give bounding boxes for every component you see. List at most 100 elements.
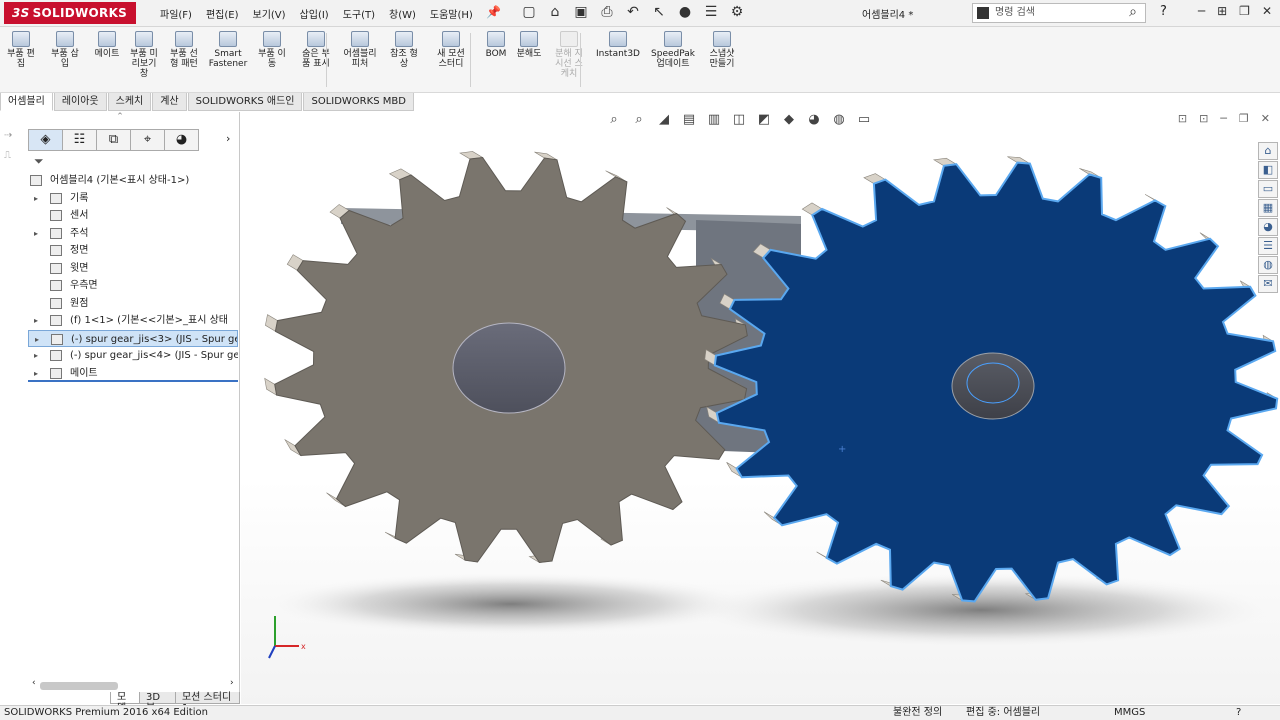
configuration-manager-tab-icon[interactable]: ⧉ bbox=[96, 129, 131, 151]
pin-icon[interactable]: 📌 bbox=[486, 5, 501, 19]
restore-icon[interactable]: ❐ bbox=[1239, 4, 1250, 18]
minimize-icon[interactable]: ─ bbox=[1198, 4, 1205, 18]
scroll-right-icon[interactable]: › bbox=[230, 678, 234, 688]
tree-item[interactable]: 우측면 bbox=[28, 277, 238, 295]
expand-arrow-icon[interactable]: ▸ bbox=[34, 365, 38, 382]
file-properties-icon[interactable]: ☰ bbox=[702, 4, 720, 20]
property-manager-tab-icon[interactable]: ☷ bbox=[62, 129, 97, 151]
undo-icon[interactable]: ↶ bbox=[624, 4, 642, 20]
scroll-thumb[interactable] bbox=[40, 682, 118, 690]
solidworks-logo[interactable]: 3S SOLIDWORKS bbox=[4, 2, 136, 24]
instant3d-button[interactable]: Instant3D bbox=[592, 31, 644, 59]
expand-arrow-icon[interactable]: ▸ bbox=[34, 312, 38, 329]
filter-icon[interactable]: ⏷ bbox=[34, 154, 44, 169]
forum-icon[interactable]: ✉ bbox=[1258, 275, 1278, 293]
side-arrow-icon[interactable]: ⇢ bbox=[4, 130, 12, 141]
expand-arrow-icon[interactable]: ▸ bbox=[34, 190, 38, 207]
tab-sketch[interactable]: 스케치 bbox=[107, 93, 152, 111]
home-icon[interactable]: ⌂ bbox=[1258, 142, 1278, 160]
new-document-icon[interactable]: ▢ bbox=[520, 4, 538, 20]
select-icon[interactable]: ↖ bbox=[650, 4, 668, 20]
insert-component-button[interactable]: 부품 삽 입 bbox=[46, 31, 84, 69]
tab-assembly[interactable]: 어셈블리 bbox=[0, 93, 53, 111]
feature-tree: 어셈블리4 (기본<표시 상태-1>) ▸ 기록 센서 ▸ 주석 정면 윗면 우측면 원점 ▸ (f… bbox=[28, 172, 238, 382]
dimxpert-tab-icon[interactable]: ⌖ bbox=[130, 129, 165, 151]
menu-window[interactable]: 창(W) bbox=[389, 6, 416, 21]
tree-item[interactable]: ▸ (f) 1<1> (기본<<기본>_표시 상태 bbox=[28, 312, 238, 330]
panel-collapse-handle[interactable]: ⌃ bbox=[0, 112, 240, 126]
side-flow-icon[interactable]: ⎍ bbox=[4, 150, 11, 161]
traffic-light-icon[interactable]: ● bbox=[676, 4, 694, 20]
menu-file[interactable]: 파일(F) bbox=[160, 6, 192, 21]
tree-item[interactable]: ▸ 기록 bbox=[28, 190, 238, 208]
menu-tools[interactable]: 도구(T) bbox=[343, 6, 375, 21]
tree-item[interactable]: 센서 bbox=[28, 207, 238, 225]
reference-geometry-button[interactable]: 참조 형 상 bbox=[385, 31, 423, 69]
tree-item[interactable]: 윗면 bbox=[28, 260, 238, 278]
scroll-left-icon[interactable]: ‹ bbox=[32, 678, 36, 688]
move-component-button[interactable]: 부품 이 동 bbox=[253, 31, 291, 69]
solidworks-resources-icon[interactable]: ◍ bbox=[1258, 256, 1278, 274]
editing-status[interactable]: 편집 중: 어셈블리 bbox=[966, 706, 1040, 720]
print-icon[interactable]: ⎙ bbox=[598, 4, 616, 20]
tab-evaluate[interactable]: 계산 bbox=[152, 93, 187, 111]
tree-item[interactable]: ▸ (-) spur gear_jis<3> (JIS - Spur gea bbox=[28, 329, 238, 347]
history-icon bbox=[50, 192, 62, 204]
reference-geometry-icon bbox=[395, 31, 413, 47]
tree-item[interactable]: 정면 bbox=[28, 242, 238, 260]
menu-help[interactable]: 도움말(H) bbox=[430, 6, 473, 21]
component-preview-button[interactable]: 부품 미 리보기 창 bbox=[125, 31, 163, 79]
feature-manager-tab-icon[interactable]: ◈ bbox=[28, 129, 63, 151]
help-status-icon[interactable]: ? bbox=[1236, 706, 1241, 720]
assembly-features-button[interactable]: 어셈블리 피처 bbox=[341, 31, 379, 69]
save-icon[interactable]: ▣ bbox=[572, 4, 590, 20]
command-search-input[interactable]: 명령 검색 ⌕ bbox=[972, 3, 1146, 23]
close-icon[interactable]: ✕ bbox=[1262, 4, 1272, 18]
display-manager-tab-icon[interactable]: ◕ bbox=[164, 129, 199, 151]
tab-motion-study[interactable]: 모션 스터디 1 bbox=[174, 692, 240, 714]
tab-layout[interactable]: 레이아웃 bbox=[53, 93, 107, 111]
tree-item[interactable]: ▸ 주석 bbox=[28, 225, 238, 243]
tree-item[interactable]: ▸ (-) spur gear_jis<4> (JIS - Spur gea bbox=[28, 347, 238, 365]
panel-scrollbar[interactable]: ‹ › bbox=[0, 678, 240, 692]
tree-root[interactable]: 어셈블리4 (기본<표시 상태-1>) bbox=[28, 172, 238, 190]
mate-button[interactable]: 메이트 bbox=[88, 31, 126, 59]
design-library-icon[interactable]: ◧ bbox=[1258, 161, 1278, 179]
ribbon-button-label: Instant3D bbox=[596, 49, 640, 59]
plane-icon bbox=[50, 280, 62, 291]
custom-properties-icon[interactable]: ☰ bbox=[1258, 237, 1278, 255]
tab-model[interactable]: 모델 bbox=[110, 692, 140, 714]
show-hidden-button[interactable]: 숨은 부 품 표시 bbox=[297, 31, 335, 69]
smart-fastener-button[interactable]: Smart Fastener bbox=[206, 31, 250, 69]
expand-arrow-icon[interactable]: ▸ bbox=[34, 347, 38, 364]
menu-insert[interactable]: 삽입(I) bbox=[300, 6, 329, 21]
open-icon[interactable]: ⌂ bbox=[546, 4, 564, 20]
search-icon[interactable]: ⌕ bbox=[1129, 3, 1137, 21]
snapshot-button[interactable]: 스냅샷 만들기 bbox=[703, 31, 741, 69]
new-motion-study-button[interactable]: 새 모션 스터디 bbox=[432, 31, 470, 69]
ribbon-button-label: 분해도 bbox=[516, 49, 542, 59]
expand-arrow-icon[interactable]: ▸ bbox=[34, 225, 38, 242]
linear-pattern-button[interactable]: 부품 선 형 패턴 bbox=[165, 31, 203, 69]
file-explorer-icon[interactable]: ▭ bbox=[1258, 180, 1278, 198]
menu-edit[interactable]: 편집(E) bbox=[206, 6, 239, 21]
edit-component-button[interactable]: 부품 편 집 bbox=[2, 31, 40, 69]
units-status[interactable]: MMGS bbox=[1114, 706, 1145, 720]
view-palette-icon[interactable]: ▦ bbox=[1258, 199, 1278, 217]
tab-addins[interactable]: SOLIDWORKS 애드인 bbox=[187, 93, 303, 111]
appearances-icon[interactable]: ◕ bbox=[1258, 218, 1278, 236]
chevron-right-icon[interactable]: › bbox=[226, 132, 230, 145]
graphics-area[interactable]: ⌕ ⌕ ◢ ▤ ▥ ◫ ◩ ◆ ◕ ◍ ▭ ⊡ ⊡ ─ ❐ ✕ + x ⌂ ◧ … bbox=[241, 112, 1280, 704]
tab-3d-view[interactable]: 3D 뷰 bbox=[138, 692, 176, 714]
options-gear-icon[interactable]: ⚙ bbox=[728, 4, 746, 20]
help-button[interactable]: ? bbox=[1160, 4, 1167, 19]
menu-view[interactable]: 보기(V) bbox=[253, 6, 286, 21]
expand-arrow-icon[interactable]: ▸ bbox=[35, 331, 39, 347]
tile-icon[interactable]: ⊞ bbox=[1217, 4, 1227, 18]
rollback-bar[interactable] bbox=[28, 380, 238, 382]
tab-mbd[interactable]: SOLIDWORKS MBD bbox=[303, 93, 414, 111]
gear-scene[interactable]: + x bbox=[241, 112, 1280, 704]
exploded-view-button[interactable]: 분해도 bbox=[510, 31, 548, 59]
speedpak-button[interactable]: SpeedPak 업데이트 bbox=[648, 31, 698, 69]
tree-item[interactable]: 원점 bbox=[28, 295, 238, 313]
